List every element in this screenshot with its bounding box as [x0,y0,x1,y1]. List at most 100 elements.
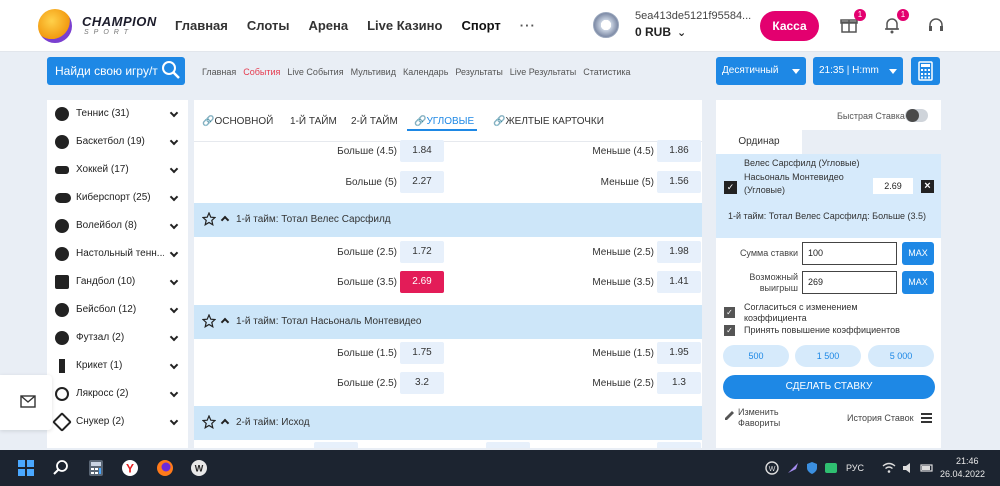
yandex-browser-icon[interactable]: Y [121,459,139,477]
odd-button[interactable]: 3.2 [400,372,444,394]
tab-single-bet[interactable]: Ординар [716,130,802,154]
calculator-button[interactable] [911,57,940,85]
bet-checkbox[interactable]: ✓ [724,181,737,194]
sidebar-item-basketball[interactable]: Баскетбол (19) [47,128,188,156]
subnav-results[interactable]: Результаты [455,67,502,77]
clock-date[interactable]: 26.04.2022 [940,469,985,479]
subnav-live-results[interactable]: Live Результаты [510,67,576,77]
search-icon[interactable] [52,459,70,477]
subnav-calendar[interactable]: Календарь [403,67,448,77]
wow-tray-icon[interactable]: W [765,461,779,475]
place-bet-button[interactable]: СДЕЛАТЬ СТАВКУ [723,375,935,399]
chevron-up-icon[interactable] [220,215,230,225]
tab-yellow-cards[interactable]: 🔗ЖЕЛТЫЕ КАРТОЧКИ [493,116,604,127]
odd-button[interactable]: 1.75 [400,342,444,364]
tab-main[interactable]: 🔗ОСНОВНОЙ [202,116,273,127]
quick-amount-button[interactable]: 1 500 [795,345,861,367]
sidebar-item-futsal[interactable]: Футзал (2) [47,324,188,352]
game-search-button[interactable]: Найди свою игру/т [47,57,185,85]
subnav-multiview[interactable]: Мультивид [351,67,396,77]
possible-win-input[interactable]: 269 [802,271,897,294]
odd-button[interactable]: 2.27 [400,171,444,193]
odd-button-selected[interactable]: 2.69 [400,271,444,293]
wow-app-icon[interactable]: W [190,459,208,477]
subnav-events[interactable]: События [243,67,280,77]
tab-first-half[interactable]: 1-Й ТАЙМ [290,116,337,127]
odd-button[interactable]: 1.84 [400,140,444,162]
market-header[interactable]: 2-й тайм: Исход [194,406,702,440]
quick-amount-button[interactable]: 500 [723,345,789,367]
odd-button[interactable]: 1.98 [657,241,701,263]
mail-button[interactable] [0,375,52,430]
sidebar-item-esports[interactable]: Киберспорт (25) [47,184,188,212]
quick-bet-toggle[interactable] [905,109,928,122]
subnav-live-events[interactable]: Live События [287,67,343,77]
odd-button[interactable]: 1.86 [657,140,701,162]
max-win-button[interactable]: MAX [902,271,934,294]
calculator-app-icon[interactable] [87,459,105,477]
clock-time[interactable]: 21:46 [956,456,979,466]
sidebar-item-hockey[interactable]: Хоккей (17) [47,156,188,184]
star-icon[interactable] [202,212,216,226]
headset-icon[interactable] [925,14,947,36]
speaker-icon[interactable] [901,461,915,475]
odd-button[interactable]: 1.3 [657,372,701,394]
sidebar-item-table-tennis[interactable]: Настольный тенн... [47,240,188,268]
defender-tray-icon[interactable] [805,461,819,475]
accept-increase-checkbox[interactable]: ✓ [724,325,735,336]
windows-start-icon[interactable] [17,459,35,477]
sidebar-item-cricket[interactable]: Крикет (1) [47,352,188,380]
language-indicator[interactable]: РУС [846,463,864,473]
app-tray-icon[interactable] [824,461,838,475]
champion-logo[interactable]: CHAMPION SPORT [38,9,158,43]
feather-tray-icon[interactable] [786,461,800,475]
odd-button[interactable]: 1.56 [657,171,701,193]
edit-icon[interactable] [724,410,735,421]
nav-more[interactable]: ··· [520,18,536,33]
sidebar-item-tennis[interactable]: Теннис (31) [47,100,188,128]
odd-button[interactable] [486,442,530,448]
cashier-button[interactable]: Касса [760,11,819,41]
agree-change-checkbox[interactable]: ✓ [724,307,735,318]
nav-sport[interactable]: Спорт [461,18,500,33]
market-header[interactable]: 1-й тайм: Тотал Велес Сарсфилд [194,203,702,237]
subnav-home[interactable]: Главная [202,67,236,77]
menu-icon[interactable] [921,412,932,423]
gift-icon[interactable]: 1 [838,9,866,36]
balance-dropdown[interactable]: 0 RUB ⌄ [635,25,686,39]
close-icon[interactable]: × [921,180,934,193]
sidebar-item-handball[interactable]: Гандбол (10) [47,268,188,296]
sidebar-item-volleyball[interactable]: Волейбол (8) [47,212,188,240]
star-icon[interactable] [202,415,216,429]
avatar[interactable] [593,12,619,38]
bet-history-link[interactable]: История Ставок [847,413,914,423]
tab-corners[interactable]: 🔗УГЛОВЫЕ [414,116,474,127]
star-icon[interactable] [202,314,216,328]
odd-button[interactable] [657,442,701,448]
odds-format-select[interactable]: Десятичный [716,57,806,85]
sidebar-item-baseball[interactable]: Бейсбол (12) [47,296,188,324]
stake-input[interactable]: 100 [802,242,897,265]
odd-button[interactable] [314,442,358,448]
bell-icon[interactable]: 1 [881,9,909,36]
time-format-select[interactable]: 21:35 | H:mm [813,57,903,85]
tab-second-half[interactable]: 2-Й ТАЙМ [351,116,398,127]
max-stake-button[interactable]: MAX [902,242,934,265]
nav-arena[interactable]: Арена [308,18,348,33]
wifi-icon[interactable] [882,461,896,475]
odd-button[interactable]: 1.72 [400,241,444,263]
odd-button[interactable]: 1.41 [657,271,701,293]
nav-live-casino[interactable]: Live Казино [367,18,442,33]
chevron-up-icon[interactable] [220,418,230,428]
subnav-statistics[interactable]: Статистика [583,67,630,77]
firefox-icon[interactable] [156,459,174,477]
edit-favorites-link[interactable]: Изменить Фавориты [738,407,780,429]
odd-button[interactable]: 1.95 [657,342,701,364]
chevron-up-icon[interactable] [220,317,230,327]
sidebar-item-lacrosse[interactable]: Лякросс (2) [47,380,188,408]
nav-home[interactable]: Главная [175,18,228,33]
market-header[interactable]: 1-й тайм: Тотал Насьональ Монтевидео [194,305,702,339]
sidebar-item-snooker[interactable]: Снукер (2) [47,408,188,436]
nav-slots[interactable]: Слоты [247,18,290,33]
quick-amount-button[interactable]: 5 000 [868,345,934,367]
